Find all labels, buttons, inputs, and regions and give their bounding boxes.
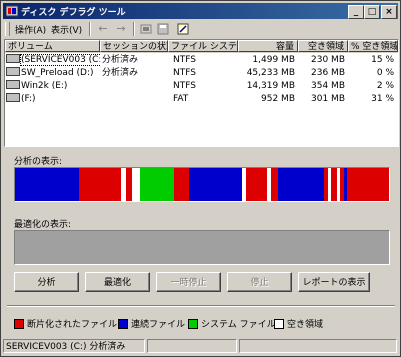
toolbar-separator	[89, 22, 91, 36]
volume-name: SW_Preload (D:)	[21, 68, 94, 78]
volume-list[interactable]: ボリューム セッションの状態 ファイル システム 容量 空き領域 % 空き領域 …	[4, 39, 399, 147]
percent-free: 2 %	[376, 81, 394, 91]
volume-row[interactable]: Win2k (E:) NTFS 14,319 MB 354 MB 2 %	[5, 80, 398, 93]
main-window: ディスク デフラグ ツール _ □ × 操作(A) 表示(V) ← → ボリュー…	[0, 0, 401, 357]
drive-icon	[6, 93, 20, 102]
legend-system: システム ファイル	[188, 317, 276, 330]
volume-row[interactable]: (SERVICEV003 (C:) 分析済み NTFS 1,499 MB 230…	[5, 54, 398, 67]
column-header-percent-free[interactable]: % 空き領域	[348, 40, 398, 52]
legend-contiguous: 連続ファイル	[118, 317, 185, 330]
title-bar[interactable]: ディスク デフラグ ツール _ □ ×	[3, 3, 398, 19]
analyze-button[interactable]: 分析	[14, 272, 79, 292]
drive-icon	[6, 67, 20, 76]
legend-swatch	[188, 318, 198, 329]
back-icon[interactable]: ←	[95, 22, 111, 36]
maximize-button[interactable]: □	[364, 5, 380, 19]
help-icon[interactable]	[177, 23, 189, 35]
menu-view[interactable]: 表示(V)	[51, 23, 82, 36]
session-status: 分析済み	[102, 68, 139, 78]
free-space: 230 MB	[311, 55, 345, 65]
legend-fragmented: 断片化されたファイル	[14, 317, 117, 330]
free-space: 354 MB	[311, 81, 345, 91]
disk-icon[interactable]	[157, 23, 169, 35]
analysis-segment	[278, 168, 324, 201]
capacity: 952 MB	[261, 94, 295, 104]
forward-icon[interactable]: →	[113, 22, 129, 36]
free-space: 236 MB	[311, 68, 345, 78]
defrag-display-label: 最適化の表示:	[14, 220, 72, 230]
session-status: 分析済み	[102, 55, 139, 65]
stop-button[interactable]: 停止	[227, 272, 292, 292]
file-system: FAT	[173, 94, 189, 104]
drive-icon	[6, 80, 20, 89]
analysis-segment	[173, 168, 189, 201]
menu-toolbar: 操作(A) 表示(V) ← →	[3, 20, 398, 38]
analysis-segment	[246, 168, 267, 201]
analysis-display-label: 分析の表示:	[14, 157, 63, 167]
volume-list-header: ボリューム セッションの状態 ファイル システム 容量 空き領域 % 空き領域	[5, 40, 398, 53]
legend-free-space: 空き領域	[274, 317, 323, 330]
analysis-segment	[132, 168, 140, 201]
divider	[7, 305, 395, 307]
pause-button[interactable]: 一時停止	[156, 272, 221, 292]
toolbar-separator	[133, 22, 135, 36]
analysis-segment	[139, 168, 174, 201]
properties-icon[interactable]	[140, 23, 152, 35]
column-header-session-status[interactable]: セッションの状態	[100, 40, 168, 52]
percent-free: 31 %	[371, 94, 394, 104]
free-space: 301 MB	[311, 94, 345, 104]
status-bar-panel	[239, 339, 397, 353]
status-bar-panel	[147, 339, 237, 353]
file-system: NTFS	[173, 68, 196, 78]
volume-row[interactable]: SW_Preload (D:) 分析済み NTFS 45,233 MB 236 …	[5, 67, 398, 80]
analysis-segment	[270, 168, 279, 201]
column-header-free-space[interactable]: 空き領域	[298, 40, 348, 52]
volume-name: Win2k (E:)	[21, 81, 68, 91]
volume-name: (SERVICEV003 (C:)	[20, 54, 100, 66]
capacity: 1,499 MB	[252, 55, 295, 65]
percent-free: 0 %	[376, 68, 394, 78]
minimize-button[interactable]: _	[348, 5, 364, 19]
analysis-segment	[347, 168, 389, 201]
status-bar-text: SERVICEV003 (C:) 分析済み	[3, 339, 145, 353]
defrag-app-icon	[6, 5, 18, 17]
legend-swatch	[14, 318, 24, 329]
volume-name: (F:)	[21, 94, 36, 104]
menu-action[interactable]: 操作(A)	[15, 23, 46, 36]
analysis-segment	[79, 168, 121, 201]
file-system: NTFS	[173, 81, 196, 91]
analysis-segment	[188, 168, 242, 201]
defragment-button[interactable]: 最適化	[85, 272, 150, 292]
defrag-display	[14, 230, 390, 265]
analysis-display	[14, 167, 390, 202]
view-report-button[interactable]: レポートの表示	[298, 272, 370, 292]
menubar-grip	[5, 22, 10, 36]
legend-swatch	[274, 318, 284, 329]
capacity: 14,319 MB	[246, 81, 295, 91]
capacity: 45,233 MB	[246, 68, 295, 78]
percent-free: 15 %	[371, 55, 394, 65]
drive-icon	[6, 54, 20, 63]
window-title: ディスク デフラグ ツール	[21, 8, 126, 18]
close-button[interactable]: ×	[381, 5, 397, 19]
analysis-segment	[15, 168, 80, 201]
legend-swatch	[118, 318, 128, 329]
file-system: NTFS	[173, 55, 196, 65]
column-header-capacity[interactable]: 容量	[238, 40, 298, 52]
column-header-file-system[interactable]: ファイル システム	[168, 40, 238, 52]
volume-row[interactable]: (F:) FAT 952 MB 301 MB 31 %	[5, 93, 398, 106]
column-header-volume[interactable]: ボリューム	[5, 40, 100, 52]
